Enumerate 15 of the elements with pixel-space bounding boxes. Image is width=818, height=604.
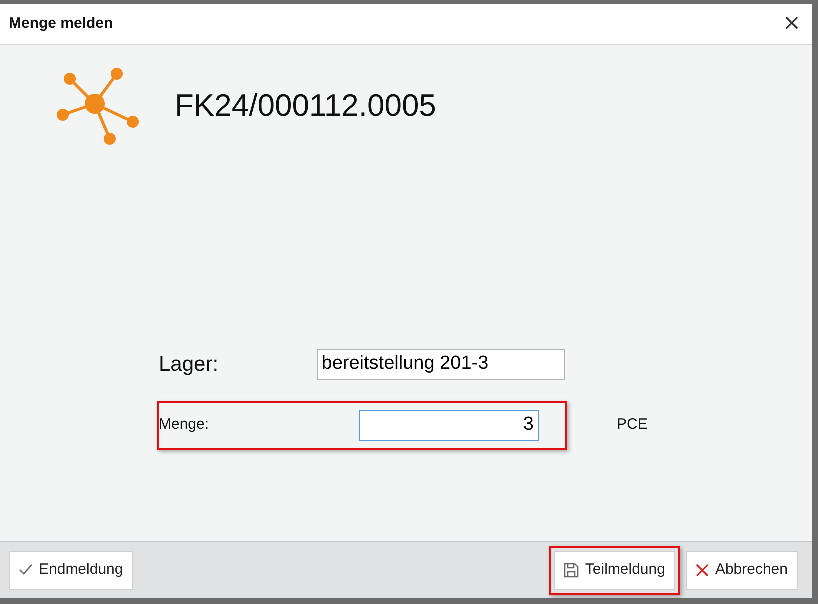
save-icon <box>564 562 580 578</box>
unit-label: PCE <box>617 415 648 436</box>
field-label: Menge: <box>159 415 210 436</box>
close-icon <box>696 564 710 576</box>
field-label: Lager: <box>159 352 220 378</box>
order-number: FK24/000112.0005 <box>175 87 436 126</box>
window-title: Menge melden <box>9 14 114 34</box>
network-icon <box>55 66 140 148</box>
check-icon <box>19 564 33 576</box>
input-field[interactable]: 3 <box>359 410 539 441</box>
close-button[interactable]: × <box>780 12 804 36</box>
input-field[interactable]: bereitstellung 201-3 <box>316 349 565 380</box>
action-button[interactable]: Teilmeldung <box>554 550 676 590</box>
action-button[interactable]: Endmeldung <box>9 550 134 590</box>
action-button[interactable]: Abbrechen <box>686 550 798 590</box>
